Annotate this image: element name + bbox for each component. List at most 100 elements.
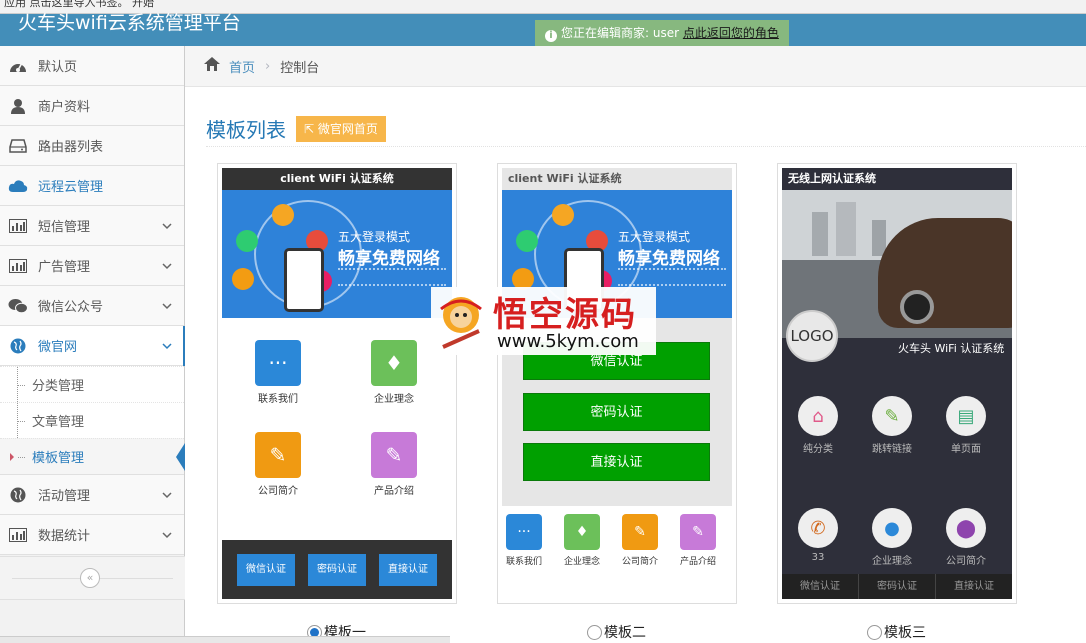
tile-label: 产品介绍	[679, 557, 716, 567]
template-option-2[interactable]: 模板二	[587, 622, 646, 642]
document-icon: ✎	[255, 432, 301, 478]
template-title: client WiFi 认证系统	[502, 168, 732, 190]
caret-right-icon	[10, 453, 14, 461]
sidebar-item-sms[interactable]: 短信管理	[0, 206, 184, 246]
sidebar-item-label: 默认页	[38, 60, 78, 75]
sidebar-item-label: 微官网	[38, 340, 78, 355]
password-auth-button[interactable]: 密码认证	[523, 393, 710, 431]
radio-label: 模板三	[884, 625, 926, 641]
breadcrumb: 首页 › 控制台	[185, 46, 1086, 87]
tile-label: 企业理念	[374, 394, 414, 405]
password-auth-button[interactable]: 密码认证	[859, 574, 936, 599]
template-card-3[interactable]: 无线上网认证系统 LOGO 火车头 WiFi 认证系统 ⌂ 纯分类 ✎ 跳转链接…	[777, 163, 1017, 604]
cloud-icon	[8, 177, 28, 195]
document-icon: ✎	[622, 514, 658, 550]
microsite-home-button[interactable]: ⇱ 微官网首页	[296, 116, 386, 142]
sidebar-item-statistics[interactable]: 数据统计	[0, 515, 184, 555]
wechat-icon	[8, 297, 28, 315]
sidebar-item-merchant[interactable]: 商户资料	[0, 86, 184, 126]
tile-single-page[interactable]: ▤ 单页面	[926, 396, 1006, 455]
direct-auth-button[interactable]: 直接认证	[523, 443, 710, 481]
wechat-auth-button[interactable]: 微信认证	[237, 554, 295, 586]
banner-line-1: 五大登录模式	[338, 230, 411, 244]
sidebar-item-label: 数据统计	[38, 529, 91, 544]
sidebar-item-default[interactable]: 默认页	[0, 46, 184, 86]
lightbulb-icon: ♦	[564, 514, 600, 550]
home-icon	[203, 56, 221, 76]
app-header: 火车头wifi云系统管理平台 i 您正在编辑商家: user 点此返回您的角色	[0, 12, 1086, 46]
tile-label: 跳转链接	[872, 444, 912, 455]
chevron-down-icon	[162, 488, 172, 503]
globe-icon	[8, 486, 28, 504]
tile-philosophy[interactable]: ● 企业理念	[852, 508, 932, 567]
chat-icon: ···	[255, 340, 301, 386]
tile-company[interactable]: ⬤ 公司简介	[926, 508, 1006, 567]
home-icon: ⌂	[798, 396, 838, 436]
direct-auth-button[interactable]: 直接认证	[936, 574, 1012, 599]
tile-phone[interactable]: ✆ 33	[782, 508, 858, 563]
message-icon: ▤	[946, 396, 986, 436]
map-marker-icon: ⬤	[946, 508, 986, 548]
template-title: client WiFi 认证系统	[222, 168, 452, 190]
bar-chart-icon	[8, 257, 28, 275]
edit-icon: ✎	[872, 396, 912, 436]
sidebar-item-label: 短信管理	[38, 220, 91, 235]
sidebar-item-label: 远程云管理	[38, 180, 104, 195]
submenu-item-label: 文章管理	[32, 415, 85, 430]
banner-line-2: 畅享免费网络	[618, 249, 720, 269]
qq-icon: ●	[872, 508, 912, 548]
template-card-1[interactable]: client WiFi 认证系统 五大登录模式 畅享免费网络 ··· 联系我们 …	[217, 163, 457, 604]
submenu-item-category[interactable]: 分类管理	[0, 366, 184, 402]
browser-status-bar	[0, 636, 450, 643]
watermark: 悟空源码 www.5kym.com	[431, 287, 656, 355]
user-icon	[8, 97, 28, 115]
chevron-down-icon	[162, 339, 172, 354]
app-title: 火车头wifi云系统管理平台	[18, 12, 241, 34]
tile-product[interactable]: ✎ 产品介绍	[658, 514, 732, 567]
tile-company[interactable]: ✎ 公司简介	[238, 432, 318, 497]
tile-label: 产品介绍	[374, 486, 414, 497]
tile-philosophy[interactable]: ♦ 企业理念	[354, 340, 434, 405]
sidebar-item-label: 广告管理	[38, 260, 91, 275]
dashboard-icon	[8, 57, 28, 75]
double-chevron-left-icon[interactable]: «	[80, 568, 100, 588]
sidebar-item-routers[interactable]: 路由器列表	[0, 126, 184, 166]
banner-line-1: 五大登录模式	[618, 230, 691, 244]
hdd-icon	[8, 137, 28, 155]
sidebar: 默认页 商户资料 路由器列表 远程云管理 短信管理 广告管理 微信公众号 微官网…	[0, 46, 185, 643]
chevron-down-icon	[162, 299, 172, 314]
sidebar-item-ads[interactable]: 广告管理	[0, 246, 184, 286]
radio-button[interactable]	[587, 624, 602, 640]
bar-chart-icon	[8, 217, 28, 235]
microsite-home-label: 微官网首页	[317, 122, 378, 136]
sidebar-item-microsite[interactable]: 微官网	[0, 326, 185, 366]
return-role-link[interactable]: 点此返回您的角色	[683, 26, 779, 40]
chat-icon: ···	[506, 514, 542, 550]
sidebar-item-cloud[interactable]: 远程云管理	[0, 166, 184, 206]
chevron-down-icon	[162, 528, 172, 543]
sidebar-item-activities[interactable]: 活动管理	[0, 475, 184, 515]
tile-category[interactable]: ⌂ 纯分类	[782, 396, 858, 455]
external-link-icon: ⇱	[304, 122, 315, 136]
submenu-item-template[interactable]: 模板管理	[0, 438, 185, 474]
notice-text: 您正在编辑商家: user	[561, 26, 683, 40]
template-subtitle: 火车头 WiFi 认证系统	[898, 342, 1005, 355]
radio-button[interactable]	[867, 624, 882, 640]
tile-link[interactable]: ✎ 跳转链接	[852, 396, 932, 455]
wechat-auth-button[interactable]: 微信认证	[782, 574, 859, 599]
tile-product[interactable]: ✎ 产品介绍	[354, 432, 434, 497]
radio-label: 模板二	[604, 625, 646, 641]
tile-label: 公司简介	[621, 557, 658, 567]
password-auth-button[interactable]: 密码认证	[308, 554, 366, 586]
direct-auth-button[interactable]: 直接认证	[379, 554, 437, 586]
breadcrumb-home-link[interactable]: 首页	[229, 57, 255, 76]
sidebar-item-label: 活动管理	[38, 489, 91, 504]
tile-contact[interactable]: ··· 联系我们	[238, 340, 318, 405]
sidebar-item-wechat[interactable]: 微信公众号	[0, 286, 184, 326]
template-card-2[interactable]: client WiFi 认证系统 五大登录模式 畅享免费网络 微信认证 密码认证…	[497, 163, 737, 604]
watermark-url: www.5kym.com	[497, 331, 639, 352]
template-option-3[interactable]: 模板三	[867, 622, 926, 642]
phone-icon: ✆	[798, 508, 838, 548]
sidebar-item-label: 商户资料	[38, 100, 91, 115]
submenu-item-article[interactable]: 文章管理	[0, 402, 184, 438]
